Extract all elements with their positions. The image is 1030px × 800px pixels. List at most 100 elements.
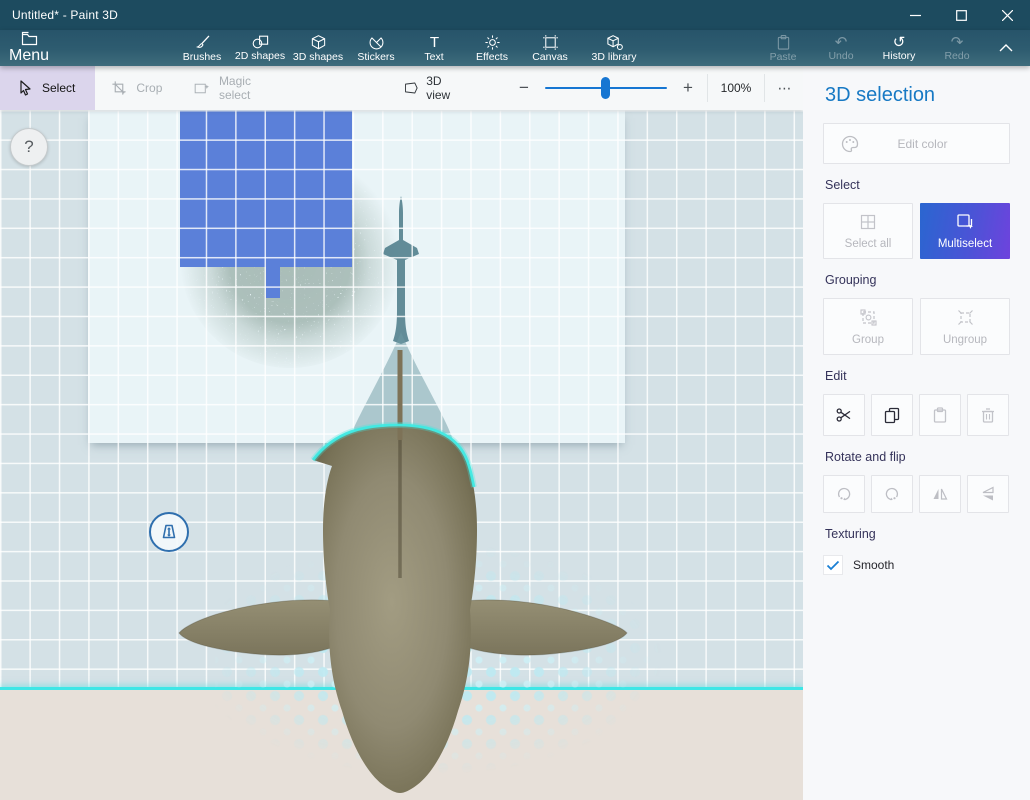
shark-right-fin bbox=[457, 600, 627, 655]
2d-shapes-button[interactable]: 2D shapes bbox=[231, 30, 289, 66]
rotate-left-button[interactable] bbox=[823, 475, 865, 513]
maximize-icon bbox=[956, 10, 967, 21]
history-icon: ↺ bbox=[893, 35, 906, 50]
depth-control-handle[interactable] bbox=[149, 512, 189, 552]
paste-panel-button[interactable] bbox=[919, 394, 961, 436]
effects-label: Effects bbox=[476, 52, 508, 63]
canvas-button[interactable]: Canvas bbox=[521, 30, 579, 66]
brushes-button[interactable]: Brushes bbox=[173, 30, 231, 66]
select-cursor-icon bbox=[18, 80, 33, 96]
help-button[interactable]: ? bbox=[10, 128, 48, 166]
edit-buttons bbox=[823, 394, 1010, 436]
flip-horizontal-icon bbox=[931, 485, 949, 503]
sub-toolbar: Select Crop Magic select 3D view − bbox=[0, 66, 803, 110]
content: Select Crop Magic select 3D view − bbox=[0, 66, 1030, 800]
checkmark-icon bbox=[826, 560, 840, 571]
canvas-viewport[interactable]: ? bbox=[0, 110, 803, 800]
copy-button[interactable] bbox=[871, 394, 913, 436]
paste-button[interactable]: Paste bbox=[754, 30, 812, 66]
paste-icon bbox=[776, 34, 791, 51]
shark-body bbox=[313, 426, 477, 793]
main-toolbar: Menu Brushes 2D shapes 3D shapes Sticker… bbox=[0, 30, 1030, 66]
trash-icon bbox=[979, 406, 997, 424]
zoom-value[interactable]: 100% bbox=[710, 81, 762, 95]
text-label: Text bbox=[424, 52, 443, 63]
crop-tool-button[interactable]: Crop bbox=[95, 66, 178, 110]
stickers-icon bbox=[368, 34, 385, 51]
grouping-section-label: Grouping bbox=[825, 273, 1010, 287]
smooth-checkbox[interactable] bbox=[823, 555, 843, 575]
texturing-section-label: Texturing bbox=[825, 527, 1010, 541]
palette-icon bbox=[840, 134, 860, 154]
multiselect-icon bbox=[956, 212, 975, 231]
3d-view-label: 3D view bbox=[426, 74, 461, 102]
rotate-right-button[interactable] bbox=[871, 475, 913, 513]
close-icon bbox=[1002, 10, 1013, 21]
undo-button[interactable]: ↶ Undo bbox=[812, 30, 870, 66]
canvas-label: Canvas bbox=[532, 52, 568, 63]
3d-view-button[interactable]: 3D view bbox=[388, 66, 477, 110]
zoom-out-button[interactable]: − bbox=[507, 66, 541, 110]
edit-color-button[interactable]: Edit color bbox=[823, 123, 1010, 164]
flip-horizontal-button[interactable] bbox=[919, 475, 961, 513]
redo-button[interactable]: ↷ Redo bbox=[928, 30, 986, 66]
zoom-slider-thumb[interactable] bbox=[601, 77, 610, 99]
menu-button[interactable]: Menu bbox=[0, 30, 58, 66]
redo-label: Redo bbox=[944, 51, 969, 62]
minimize-button[interactable] bbox=[892, 0, 938, 30]
3d-library-icon bbox=[605, 34, 624, 51]
copy-icon bbox=[883, 406, 901, 424]
rotate-left-icon bbox=[835, 485, 853, 503]
edit-color-label: Edit color bbox=[860, 137, 985, 151]
delete-button[interactable] bbox=[967, 394, 1009, 436]
collapse-ribbon-button[interactable] bbox=[986, 30, 1026, 66]
maximize-button[interactable] bbox=[938, 0, 984, 30]
workspace: Select Crop Magic select 3D view − bbox=[0, 66, 803, 800]
divider bbox=[707, 74, 708, 102]
rotate-section-label: Rotate and flip bbox=[825, 450, 1010, 464]
multiselect-button[interactable]: Multiselect bbox=[920, 203, 1010, 259]
stickers-button[interactable]: Stickers bbox=[347, 30, 405, 66]
2d-shapes-icon bbox=[251, 34, 270, 50]
select-tool-button[interactable]: Select bbox=[0, 66, 95, 110]
brush-icon bbox=[194, 34, 211, 51]
redo-icon: ↷ bbox=[951, 35, 964, 50]
brushes-label: Brushes bbox=[183, 52, 222, 63]
multiselect-label: Multiselect bbox=[938, 238, 992, 250]
crop-icon bbox=[111, 80, 127, 96]
paste-panel-icon bbox=[931, 406, 949, 424]
magic-select-button[interactable]: Magic select bbox=[178, 66, 289, 110]
select-all-button[interactable]: Select all bbox=[823, 203, 913, 259]
effects-button[interactable]: Effects bbox=[463, 30, 521, 66]
toolbar-history-group: Paste ↶ Undo ↺ History ↷ Redo bbox=[754, 30, 1026, 66]
history-button[interactable]: ↺ History bbox=[870, 30, 928, 66]
menu-label: Menu bbox=[9, 47, 49, 65]
undo-icon: ↶ bbox=[835, 35, 848, 50]
select-all-icon bbox=[859, 213, 877, 231]
3d-library-button[interactable]: 3D library bbox=[579, 30, 649, 66]
crop-tool-label: Crop bbox=[136, 81, 162, 95]
3d-shapes-button[interactable]: 3D shapes bbox=[289, 30, 347, 66]
zoom-in-button[interactable]: + bbox=[671, 66, 705, 110]
close-button[interactable] bbox=[984, 0, 1030, 30]
3d-selection-panel: 3D selection Edit color Select Select al… bbox=[803, 66, 1030, 800]
ungroup-icon bbox=[956, 308, 975, 327]
shark-3d-model[interactable] bbox=[0, 110, 803, 800]
ungroup-button[interactable]: Ungroup bbox=[920, 298, 1010, 355]
window-title: Untitled* - Paint 3D bbox=[0, 8, 892, 22]
group-button[interactable]: Group bbox=[823, 298, 913, 355]
paste-label: Paste bbox=[770, 52, 797, 63]
3d-shapes-label: 3D shapes bbox=[293, 52, 343, 63]
cut-button[interactable] bbox=[823, 394, 865, 436]
flip-vertical-button[interactable] bbox=[967, 475, 1009, 513]
divider bbox=[764, 74, 765, 102]
canvas-icon bbox=[542, 34, 559, 51]
more-options-button[interactable]: ⋯ bbox=[767, 80, 803, 97]
stickers-label: Stickers bbox=[357, 52, 394, 63]
text-button[interactable]: T Text bbox=[405, 30, 463, 66]
zoom-slider[interactable] bbox=[545, 66, 667, 110]
smooth-option: Smooth bbox=[823, 555, 1010, 575]
toolbar-tools: Brushes 2D shapes 3D shapes Stickers T T… bbox=[173, 30, 649, 66]
rotate-right-icon bbox=[883, 485, 901, 503]
grouping-buttons: Group Ungroup bbox=[823, 298, 1010, 355]
